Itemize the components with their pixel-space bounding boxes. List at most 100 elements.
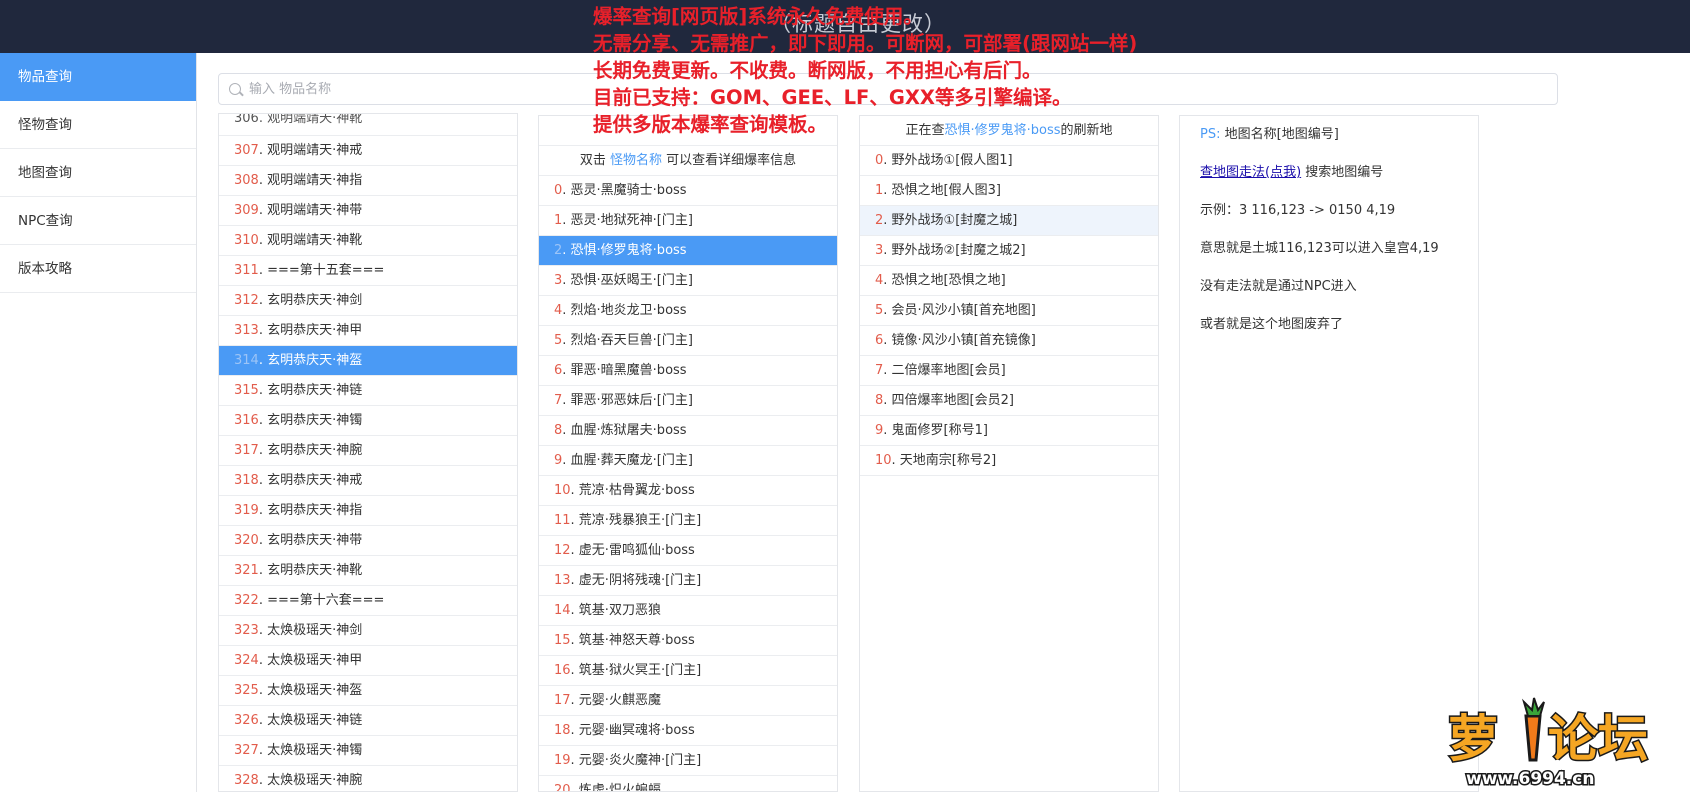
item-name: . ===第十六套=== (258, 593, 385, 608)
list-item[interactable]: 1. 恶灵·地狱死神·[门主] (539, 206, 837, 236)
item-name: . 炼虚·炽火蝙蝠 (570, 783, 661, 792)
route-link[interactable]: 查地图走法(点我) (1200, 165, 1301, 180)
list-item[interactable]: 14. 筑基·双刀恶狼 (539, 596, 837, 626)
watermark-url: www.6994.cn (1466, 769, 1594, 789)
list-item[interactable]: 18. 元婴·幽冥魂将·boss (539, 716, 837, 746)
list-item[interactable]: 0. 野外战场①[假人图1] (860, 146, 1158, 176)
list-item[interactable]: 310. 观明端靖天·神靴 (219, 226, 517, 256)
list-item[interactable]: 9. 鬼面修罗[称号1] (860, 416, 1158, 446)
item-name: . 罪恶·暗黑魔兽·boss (562, 363, 687, 378)
list-item[interactable]: 13. 虚无·阴将残魂·[门主] (539, 566, 837, 596)
list-item[interactable]: 325. 太焕极瑶天·神盔 (219, 676, 517, 706)
item-index: 19 (554, 753, 571, 768)
list-item[interactable]: 307. 观明端靖天·神戒 (219, 136, 517, 166)
list-item[interactable]: 2. 野外战场①[封魔之城] (860, 206, 1158, 236)
list-item[interactable]: 19. 元婴·炎火魔神·[门主] (539, 746, 837, 776)
monster-list: 双击 怪物名称 可以查看详细爆率信息 0. 恶灵·黑魔骑士·boss 1. 恶灵·… (538, 115, 838, 792)
list-item[interactable]: 11. 荒凉·残暴狼王·[门主] (539, 506, 837, 536)
item-index: 308 (234, 173, 259, 188)
list-item[interactable]: 4. 烈焰·地炎龙卫·boss (539, 296, 837, 326)
list-item[interactable]: 317. 玄明恭庆天·神腕 (219, 436, 517, 466)
list-item[interactable]: 10. 荒凉·枯骨翼龙·boss (539, 476, 837, 506)
list-item[interactable]: 3. 野外战场②[封魔之城2] (860, 236, 1158, 266)
list-item[interactable]: 1. 恐惧之地[假人图3] (860, 176, 1158, 206)
item-name: . 烈焰·吞天巨兽·[门主] (562, 333, 693, 348)
list-item[interactable]: 8. 四倍爆率地图[会员2] (860, 386, 1158, 416)
list-item[interactable]: 327. 太焕极瑶天·神镯 (219, 736, 517, 766)
list-item[interactable]: 306. 观明端靖天·神靴 (219, 114, 517, 136)
list-item[interactable]: 9. 血腥·葬天魔龙·[门主] (539, 446, 837, 476)
promo-overlay: 爆率查询[网页版]系统永久免费使用。 无需分享、无需推广，即下即用。可断网，可部… (593, 3, 1137, 138)
item-name: . 血腥·炼狱屠夫·boss (562, 423, 687, 438)
list-item[interactable]: 12. 虚无·雷鸣狐仙·boss (539, 536, 837, 566)
promo-line: 爆率查询[网页版]系统永久免费使用。 (593, 5, 923, 28)
list-item[interactable]: 8. 血腥·炼狱屠夫·boss (539, 416, 837, 446)
promo-line: 无需分享、无需推广，即下即用。可断网，可部署(跟网站一样) (593, 32, 1138, 55)
list-item[interactable]: 322. ===第十六套=== (219, 586, 517, 616)
list-item[interactable]: 5. 会员·风沙小镇[首充地图] (860, 296, 1158, 326)
item-index: 317 (234, 443, 259, 458)
list-item[interactable]: 10. 天地南宗[称号2] (860, 446, 1158, 476)
item-index: 326 (234, 713, 259, 728)
list-item[interactable]: 6. 镜像·风沙小镇[首充镜像] (860, 326, 1158, 356)
ps-text: 地图名称[地图编号] (1224, 127, 1339, 142)
list-item[interactable]: 313. 玄明恭庆天·神甲 (219, 316, 517, 346)
item-index: 312 (234, 293, 259, 308)
list-item[interactable]: 314. 玄明恭庆天·神盔 (219, 346, 517, 376)
sidebar-item-maps[interactable]: 地图查询 (0, 149, 196, 197)
sidebar-item-guide[interactable]: 版本攻略 (0, 245, 196, 293)
item-name: . 玄明恭庆天·神指 (258, 503, 363, 518)
list-item[interactable]: 328. 太焕极瑶天·神腕 (219, 766, 517, 791)
item-name: . 恶灵·地狱死神·[门主] (562, 213, 693, 228)
list-item[interactable]: 311. ===第十五套=== (219, 256, 517, 286)
list-item[interactable]: 315. 玄明恭庆天·神链 (219, 376, 517, 406)
item-name: . 玄明恭庆天·神腕 (258, 443, 363, 458)
item-name: . 玄明恭庆天·神戒 (258, 473, 363, 488)
item-name: . 筑基·双刀恶狼 (570, 603, 661, 618)
list-item[interactable]: 316. 玄明恭庆天·神镯 (219, 406, 517, 436)
example-text: 示例：3 116,123 -> 0150 4,19 (1200, 203, 1396, 218)
list-item[interactable]: 318. 玄明恭庆天·神戒 (219, 466, 517, 496)
list-item[interactable]: 321. 玄明恭庆天·神靴 (219, 556, 517, 586)
list-item[interactable]: 17. 元婴·火麒恶魔 (539, 686, 837, 716)
list-item[interactable]: 326. 太焕极瑶天·神链 (219, 706, 517, 736)
list-item[interactable]: 308. 观明端靖天·神指 (219, 166, 517, 196)
list-item[interactable]: 4. 恐惧之地[恐惧之地] (860, 266, 1158, 296)
ps-line: PS: 地图名称[地图编号] (1200, 122, 1458, 160)
item-index: 315 (234, 383, 259, 398)
route-line: 查地图走法(点我) 搜索地图编号 (1200, 160, 1458, 198)
item-name: . 野外战场①[假人图1] (883, 153, 1013, 168)
item-name: . 玄明恭庆天·神链 (258, 383, 363, 398)
item-index: 15 (554, 633, 571, 648)
search-icon (229, 83, 241, 95)
list-item[interactable]: 309. 观明端靖天·神带 (219, 196, 517, 226)
item-index: 10 (554, 483, 571, 498)
list-item[interactable]: 323. 太焕极瑶天·神剑 (219, 616, 517, 646)
list-item[interactable]: 3. 恐惧·巫妖暍王·[门主] (539, 266, 837, 296)
list-item[interactable]: 20. 炼虚·炽火蝙蝠 (539, 776, 837, 792)
list-item[interactable]: 5. 烈焰·吞天巨兽·[门主] (539, 326, 837, 356)
list-item[interactable]: 2. 恐惧·修罗鬼将·boss (539, 236, 837, 266)
item-index: 17 (554, 693, 571, 708)
item-name: . 太焕极瑶天·神链 (258, 713, 363, 728)
list-item[interactable]: 312. 玄明恭庆天·神剑 (219, 286, 517, 316)
list-item[interactable]: 320. 玄明恭庆天·神带 (219, 526, 517, 556)
sidebar-item-npc[interactable]: NPC查询 (0, 197, 196, 245)
info-panel: PS: 地图名称[地图编号] 查地图走法(点我) 搜索地图编号 示例：3 116… (1179, 115, 1479, 792)
item-name: . 元婴·炎火魔神·[门主] (570, 753, 702, 768)
item-name: . 烈焰·地炎龙卫·boss (562, 303, 687, 318)
list-item[interactable]: 15. 筑基·神怒天尊·boss (539, 626, 837, 656)
list-item[interactable]: 16. 筑基·狱火冥王·[门主] (539, 656, 837, 686)
list-item[interactable]: 0. 恶灵·黑魔骑士·boss (539, 176, 837, 206)
item-index: 314 (234, 353, 259, 368)
sidebar-item-items[interactable]: 物品查询 (0, 53, 196, 101)
item-name: . 太焕极瑶天·神盔 (258, 683, 363, 698)
list-item[interactable]: 324. 太焕极瑶天·神甲 (219, 646, 517, 676)
list-item[interactable]: 7. 罪恶·邪恶妹后·[门主] (539, 386, 837, 416)
meaning-text: 意思就是土城116,123可以进入皇宫4,19 (1200, 241, 1439, 256)
item-index: 20 (554, 783, 571, 792)
list-item[interactable]: 6. 罪恶·暗黑魔兽·boss (539, 356, 837, 386)
list-item[interactable]: 319. 玄明恭庆天·神指 (219, 496, 517, 526)
list-item[interactable]: 7. 二倍爆率地图[会员] (860, 356, 1158, 386)
sidebar-item-monsters[interactable]: 怪物查询 (0, 101, 196, 149)
